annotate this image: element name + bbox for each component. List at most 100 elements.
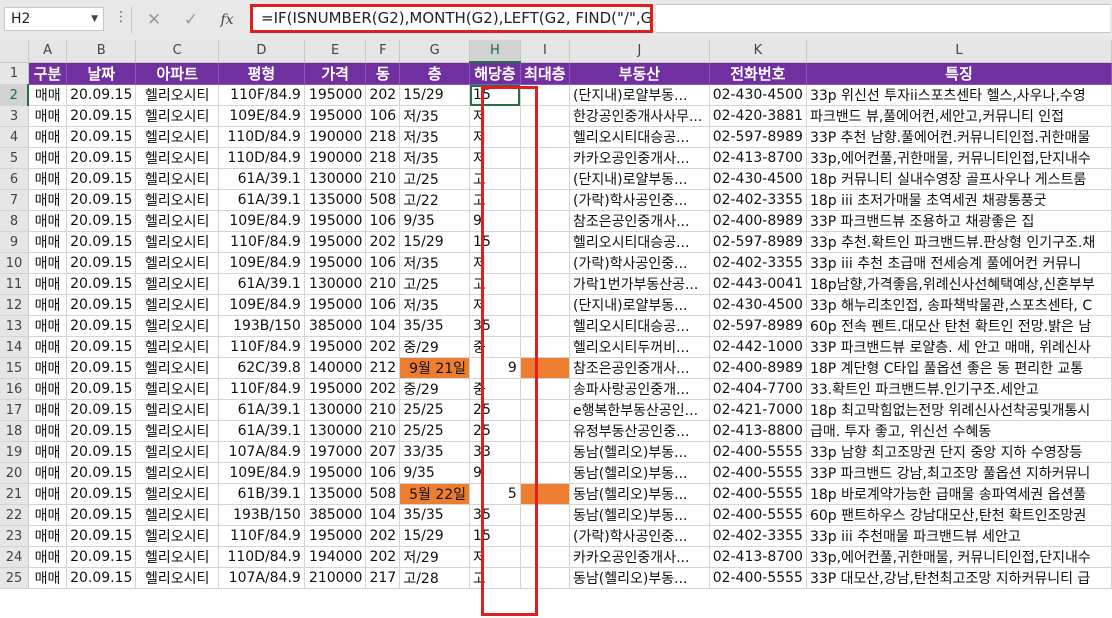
cell-c[interactable]: 헬리오시티 — [135, 189, 219, 211]
cell-j[interactable]: 참조은공인중개사... — [569, 357, 710, 379]
row-header[interactable]: 14 — [0, 336, 29, 358]
cell-f[interactable]: 212 — [365, 357, 401, 379]
cell-d[interactable]: 107A/84.9 — [218, 567, 305, 589]
more-options-icon[interactable]: ⋮ — [114, 9, 128, 25]
cell-i[interactable] — [520, 273, 571, 295]
column-header-i[interactable]: I — [520, 40, 571, 63]
cell-e[interactable]: 190000 — [304, 126, 367, 148]
cell-c[interactable]: 헬리오시티 — [135, 294, 219, 316]
cell-g[interactable]: 저/35 — [399, 252, 471, 274]
cell-f[interactable]: 508 — [365, 189, 401, 211]
cell-g[interactable]: 15/29 — [399, 84, 471, 106]
cell-c[interactable]: 헬리오시티 — [135, 483, 219, 505]
cell-f[interactable]: 202 — [365, 84, 401, 106]
cell-j[interactable]: 카카오공인중개사... — [569, 546, 710, 568]
cell-b[interactable]: 20.09.15 — [66, 315, 137, 337]
cell-i[interactable] — [520, 504, 571, 526]
cell-b[interactable]: 20.09.15 — [66, 483, 137, 505]
column-header-k[interactable]: K — [709, 40, 807, 63]
cell-a[interactable]: 매매 — [28, 105, 68, 127]
cell-i[interactable] — [520, 336, 571, 358]
cell-g[interactable]: 중/29 — [399, 336, 471, 358]
cell-f[interactable]: 104 — [365, 504, 401, 526]
cell-h[interactable]: 저 — [469, 147, 521, 169]
cell-e[interactable]: 130000 — [304, 420, 367, 442]
cell-e[interactable]: 195000 — [304, 378, 367, 400]
cell-a[interactable]: 매매 — [28, 273, 68, 295]
cell-d[interactable]: 109E/84.9 — [218, 462, 305, 484]
cell-g[interactable]: 저/35 — [399, 105, 471, 127]
cell-e[interactable]: 135000 — [304, 483, 367, 505]
cell-i[interactable] — [520, 105, 571, 127]
cell-i[interactable] — [520, 441, 571, 463]
row-header[interactable]: 11 — [0, 273, 29, 295]
header-cell[interactable]: 층 — [399, 62, 471, 85]
cell-k[interactable]: 02-597-8989 — [709, 126, 807, 148]
cell-i[interactable] — [520, 546, 571, 568]
cell-a[interactable]: 매매 — [28, 357, 68, 379]
cell-c[interactable]: 헬리오시티 — [135, 147, 219, 169]
cell-b[interactable]: 20.09.15 — [66, 441, 137, 463]
cell-h[interactable]: 저 — [469, 294, 521, 316]
column-header-h[interactable]: H — [469, 40, 521, 63]
cell-d[interactable]: 110F/84.9 — [218, 231, 305, 253]
cell-a[interactable]: 매매 — [28, 567, 68, 589]
cell-g[interactable]: 저/29 — [399, 546, 471, 568]
cell-h[interactable]: 저 — [469, 105, 521, 127]
cell-c[interactable]: 헬리오시티 — [135, 273, 219, 295]
cell-e[interactable]: 385000 — [304, 504, 367, 526]
cell-b[interactable]: 20.09.15 — [66, 126, 137, 148]
row-header[interactable]: 2 — [0, 84, 30, 106]
cell-b[interactable]: 20.09.15 — [66, 168, 137, 190]
cell-c[interactable]: 헬리오시티 — [135, 231, 219, 253]
cell-l[interactable]: 33P 추천 남향.풀에어컨.커뮤니티인접.귀한매물 — [806, 126, 1112, 148]
cell-c[interactable]: 헬리오시티 — [135, 105, 219, 127]
cell-h[interactable]: 고 — [469, 189, 521, 211]
cell-a[interactable]: 매매 — [28, 378, 68, 400]
cell-b[interactable]: 20.09.15 — [66, 189, 137, 211]
row-header[interactable]: 7 — [0, 189, 29, 211]
cell-j[interactable]: 동남(헬리오)부동... — [569, 504, 710, 526]
cell-c[interactable]: 헬리오시티 — [135, 357, 219, 379]
cell-k[interactable]: 02-400-5555 — [709, 483, 807, 505]
cell-j[interactable]: 동남(헬리오)부동... — [569, 567, 710, 589]
cell-g[interactable]: 33/35 — [399, 441, 471, 463]
cell-j[interactable]: (가락)학사공인중... — [569, 525, 710, 547]
cell-c[interactable]: 헬리오시티 — [135, 336, 219, 358]
cell-e[interactable]: 195000 — [304, 336, 367, 358]
cell-l[interactable]: 33P 파크밴드뷰 조용하고 채광좋은 집 — [806, 210, 1112, 232]
cell-d[interactable]: 110D/84.9 — [218, 546, 305, 568]
cell-f[interactable]: 210 — [365, 273, 401, 295]
cell-l[interactable]: 33p,에어컨풀,귀한매물, 커뮤니티인접,단지내수 — [806, 147, 1112, 169]
cell-a[interactable]: 매매 — [28, 315, 68, 337]
cell-d[interactable]: 61A/39.1 — [218, 273, 305, 295]
header-cell[interactable]: 특징 — [806, 62, 1112, 85]
header-cell[interactable]: 해당층 — [469, 62, 521, 85]
cell-i[interactable] — [520, 147, 571, 169]
cell-d[interactable]: 193B/150 — [218, 504, 305, 526]
cell-k[interactable]: 02-443-0041 — [709, 273, 807, 295]
cell-i[interactable] — [520, 252, 571, 274]
cell-c[interactable]: 헬리오시티 — [135, 252, 219, 274]
cell-k[interactable]: 02-413-8800 — [709, 420, 807, 442]
cell-a[interactable]: 매매 — [28, 462, 68, 484]
cell-b[interactable]: 20.09.15 — [66, 252, 137, 274]
header-cell[interactable]: 최대층 — [520, 62, 571, 85]
cell-a[interactable]: 매매 — [28, 399, 68, 421]
cell-g[interactable]: 저/35 — [399, 126, 471, 148]
formula-input-extension[interactable] — [656, 4, 1110, 33]
cell-f[interactable]: 210 — [365, 420, 401, 442]
cell-g[interactable]: 9/35 — [399, 210, 471, 232]
cell-d[interactable]: 61A/39.1 — [218, 420, 305, 442]
cell-i[interactable] — [520, 84, 571, 106]
cell-i[interactable] — [520, 315, 571, 337]
cell-g[interactable]: 35/35 — [399, 315, 471, 337]
cell-g[interactable]: 15/29 — [399, 231, 471, 253]
cell-i[interactable] — [520, 189, 571, 211]
cell-k[interactable]: 02-421-7000 — [709, 399, 807, 421]
cell-h[interactable]: 25 — [469, 420, 521, 442]
cell-f[interactable]: 106 — [365, 210, 401, 232]
cell-f[interactable]: 106 — [365, 294, 401, 316]
cell-c[interactable]: 헬리오시티 — [135, 168, 219, 190]
row-header[interactable]: 17 — [0, 399, 29, 421]
